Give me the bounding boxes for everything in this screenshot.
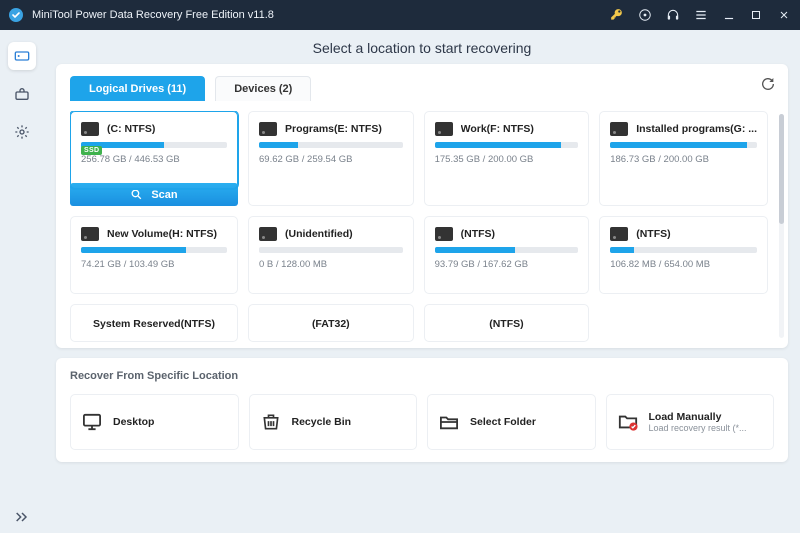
rail-expand-icon[interactable]: [14, 511, 30, 523]
scrollbar[interactable]: [779, 114, 784, 338]
drive-card[interactable]: (FAT32): [248, 304, 414, 342]
location-icon: [81, 413, 103, 431]
drive-name: System Reserved(NTFS): [93, 318, 215, 330]
location-card[interactable]: Load ManuallyLoad recovery result (*...: [606, 394, 775, 450]
side-rail: [0, 30, 44, 533]
drive-name: (NTFS): [461, 228, 495, 240]
drive-size: 106.82 MB / 654.00 MB: [610, 259, 757, 270]
location-name: Desktop: [113, 416, 154, 428]
drive-size: 93.79 GB / 167.62 GB: [435, 259, 579, 270]
drive-card[interactable]: Programs(E: NTFS) 69.62 GB / 259.54 GB: [248, 111, 414, 206]
menu-icon[interactable]: [694, 8, 708, 22]
drive-usage-bar: [610, 142, 757, 148]
locations-section-title: Recover From Specific Location: [70, 370, 774, 382]
location-icon: [438, 413, 460, 431]
locations-panel: Recover From Specific Location Desktop Re…: [56, 358, 788, 462]
rail-item-recovery[interactable]: [8, 42, 36, 70]
drive-size: 74.21 GB / 103.49 GB: [81, 259, 227, 270]
drive-name: (NTFS): [636, 228, 670, 240]
drive-name: Programs(E: NTFS): [285, 123, 382, 135]
rail-item-toolbox[interactable]: [8, 80, 36, 108]
drive-card[interactable]: (NTFS) 93.79 GB / 167.62 GB: [424, 216, 590, 294]
drive-name: Installed programs(G: ...: [636, 123, 757, 135]
location-subtitle: Load recovery result (*...: [649, 423, 747, 433]
page-heading: Select a location to start recovering: [44, 30, 800, 64]
drive-card[interactable]: Installed programs(G: ... 186.73 GB / 200…: [599, 111, 768, 206]
body: Select a location to start recovering Lo…: [0, 30, 800, 533]
drive-name: Work(F: NTFS): [461, 123, 534, 135]
drives-panel: Logical Drives (11) Devices (2) (C: NTFS…: [56, 64, 788, 348]
drive-usage-bar: [259, 247, 403, 253]
app-window: MiniTool Power Data Recovery Free Editio…: [0, 0, 800, 533]
drive-name: (C: NTFS): [107, 123, 155, 135]
drive-usage-bar: [259, 142, 403, 148]
locations-grid: Desktop Recycle Bin Select Folder Load Manu…: [70, 394, 774, 450]
location-icon: [260, 413, 282, 431]
titlebar-actions: [610, 8, 792, 22]
drive-usage-bar: [610, 247, 757, 253]
close-icon[interactable]: [778, 8, 792, 22]
location-name: Select Folder: [470, 416, 536, 428]
drive-icon: [259, 122, 277, 136]
drive-name: (NTFS): [489, 318, 523, 330]
titlebar: MiniTool Power Data Recovery Free Editio…: [0, 0, 800, 30]
drive-size: 175.35 GB / 200.00 GB: [435, 154, 579, 165]
ssd-badge: SSD: [81, 146, 102, 155]
app-logo-icon: [8, 7, 24, 23]
drive-card[interactable]: New Volume(H: NTFS) 74.21 GB / 103.49 GB: [70, 216, 238, 294]
location-name: Recycle Bin: [292, 416, 352, 428]
drive-card[interactable]: (NTFS) 106.82 MB / 654.00 MB: [599, 216, 768, 294]
location-card[interactable]: Select Folder: [427, 394, 596, 450]
drive-name: (FAT32): [312, 318, 350, 330]
drive-name: New Volume(H: NTFS): [107, 228, 217, 240]
rail-item-settings[interactable]: [8, 118, 36, 146]
tab-devices[interactable]: Devices (2): [215, 76, 311, 101]
headphones-icon[interactable]: [666, 8, 680, 22]
drive-card[interactable]: (NTFS): [424, 304, 590, 342]
maximize-icon[interactable]: [750, 8, 764, 22]
drive-icon: [610, 227, 628, 241]
drives-grid: (C: NTFS)256.78 GB / 446.53 GBSSDScanPro…: [70, 111, 774, 342]
location-icon: [617, 413, 639, 431]
disc-icon[interactable]: [638, 8, 652, 22]
tabs: Logical Drives (11) Devices (2): [70, 76, 774, 101]
drive-size: 186.73 GB / 200.00 GB: [610, 154, 757, 165]
main-area: Select a location to start recovering Lo…: [44, 30, 800, 533]
drive-icon: [610, 122, 628, 136]
location-name: Load Manually: [649, 411, 747, 423]
location-card[interactable]: Desktop: [70, 394, 239, 450]
key-icon[interactable]: [610, 8, 624, 22]
drive-icon: [81, 227, 99, 241]
drive-size: 69.62 GB / 259.54 GB: [259, 154, 403, 165]
drive-card[interactable]: (Unidentified) 0 B / 128.00 MB: [248, 216, 414, 294]
drive-size: 256.78 GB / 446.53 GB: [81, 154, 227, 165]
drive-card[interactable]: (C: NTFS) 256.78 GB / 446.53 GBSSD: [70, 111, 238, 189]
drive-name: (Unidentified): [285, 228, 353, 240]
drive-icon: [259, 227, 277, 241]
drive-icon: [81, 122, 99, 136]
location-card[interactable]: Recycle Bin: [249, 394, 418, 450]
refresh-icon[interactable]: [760, 76, 776, 92]
drive-card[interactable]: System Reserved(NTFS): [70, 304, 238, 342]
drive-usage-bar: [81, 247, 227, 253]
drive-usage-bar: [81, 142, 227, 148]
drive-usage-bar: [435, 142, 579, 148]
drive-icon: [435, 227, 453, 241]
drive-card[interactable]: Work(F: NTFS) 175.35 GB / 200.00 GB: [424, 111, 590, 206]
tab-logical-drives[interactable]: Logical Drives (11): [70, 76, 205, 101]
drive-icon: [435, 122, 453, 136]
drive-usage-bar: [435, 247, 579, 253]
minimize-icon[interactable]: [722, 8, 736, 22]
app-title: MiniTool Power Data Recovery Free Editio…: [32, 9, 610, 21]
drive-size: 0 B / 128.00 MB: [259, 259, 403, 270]
